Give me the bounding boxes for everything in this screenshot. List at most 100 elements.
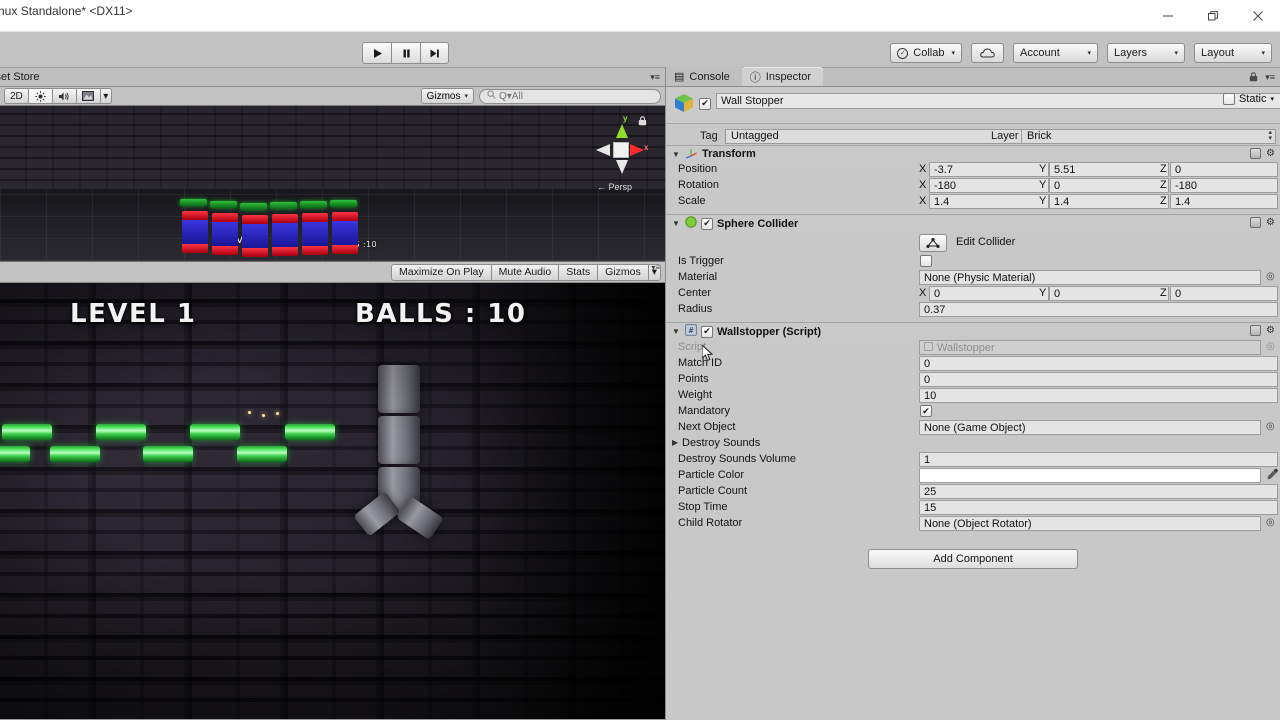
gear-icon[interactable]: ⚙ (1266, 217, 1275, 228)
scene-fx-caret-icon[interactable]: ▾ (100, 88, 112, 104)
position-y-input[interactable]: 5.51 (1049, 162, 1169, 177)
stats-button[interactable]: Stats (558, 263, 598, 281)
center-z-input[interactable]: 0 (1170, 286, 1278, 301)
game-gizmos-button[interactable]: Gizmos (597, 263, 648, 281)
scene-search-input[interactable]: Q▾All (479, 88, 661, 104)
scene-gizmos-button[interactable]: Gizmos ▾ (420, 88, 474, 104)
mandatory-checkbox[interactable] (920, 405, 932, 417)
position-z-input[interactable]: 0 (1170, 162, 1278, 177)
layer-label: Layer (991, 130, 1019, 142)
transform-scale-row: Scale X 1.4 Y 1.4 Z 1.4 (666, 194, 1280, 210)
cloud-button[interactable] (971, 43, 1004, 63)
collab-check-icon: ✓ (897, 47, 909, 59)
static-toggle[interactable]: Static ▾ (1222, 93, 1274, 105)
scale-x-input[interactable]: 1.4 (929, 194, 1049, 209)
destroy-sounds-volume-input[interactable]: 1 (919, 452, 1278, 467)
object-picker-icon[interactable]: ◎ (1266, 517, 1275, 528)
gear-icon[interactable]: ⚙ (1266, 148, 1275, 159)
scene-fx-icon[interactable] (76, 88, 101, 104)
inspector-lock-icon[interactable] (1249, 72, 1258, 84)
weight-input[interactable]: 10 (919, 388, 1278, 403)
gameobject-enabled-checkbox[interactable] (699, 97, 711, 110)
rotation-y-input[interactable]: 0 (1049, 178, 1169, 193)
edit-collider-button[interactable] (919, 234, 947, 252)
axis-x-label: X (919, 179, 927, 191)
add-component-button[interactable]: Add Component (868, 549, 1078, 569)
next-object-field[interactable]: None (Game Object) (919, 420, 1261, 435)
scale-y-input[interactable]: 1.4 (1049, 194, 1169, 209)
gizmo-negx-axis[interactable] (596, 144, 610, 156)
tab-asset-store[interactable]: sset Store (0, 71, 40, 83)
scene-view[interactable]: SCORE : 194596 LEVEL 1 BALLS :10 (0, 106, 665, 261)
gizmo-persp-label[interactable]: ← Persp (597, 182, 632, 192)
foldout-icon[interactable]: ▼ (672, 150, 681, 159)
transform-header[interactable]: ▼ Transform ⚙ (666, 146, 1280, 162)
wallstopper-header[interactable]: ▼ # Wallstopper (Script) ⚙ (666, 323, 1280, 340)
gizmo-center-cube[interactable] (613, 142, 629, 158)
scene-audio-icon[interactable] (52, 88, 77, 104)
layout-button[interactable]: Layout ▾ (1194, 43, 1272, 63)
layers-button[interactable]: Layers ▾ (1107, 43, 1185, 63)
is-trigger-checkbox[interactable] (920, 255, 932, 267)
object-picker-icon[interactable]: ◎ (1266, 271, 1275, 282)
gizmo-x-axis[interactable] (630, 144, 644, 156)
axis-x-label: X (919, 195, 927, 207)
help-book-icon[interactable] (1250, 325, 1262, 336)
tab-console[interactable]: ▤ Console (666, 67, 742, 86)
child-rotator-field[interactable]: None (Object Rotator) (919, 516, 1261, 531)
object-picker-icon[interactable]: ◎ (1266, 421, 1275, 432)
pause-button[interactable] (391, 42, 420, 64)
foldout-icon[interactable]: ▼ (672, 327, 681, 336)
stop-time-input[interactable]: 15 (919, 500, 1278, 515)
gameobject-name-input[interactable]: Wall Stopper (716, 93, 1280, 109)
lock-icon[interactable] (638, 116, 647, 128)
gizmo-x-label: x (644, 143, 649, 152)
center-x-input[interactable]: 0 (929, 286, 1049, 301)
gizmo-negy-axis[interactable] (616, 160, 628, 174)
radius-input[interactable]: 0.37 (919, 302, 1278, 317)
minimize-button[interactable] (1145, 0, 1190, 32)
layer-dropdown[interactable]: Brick ▴ ▾ (1021, 128, 1276, 144)
scene-orientation-gizmo[interactable]: y x ← Persp (591, 114, 651, 194)
mandatory-row: Mandatory (666, 404, 1280, 420)
gizmo-y-axis[interactable] (616, 124, 628, 138)
eyedropper-icon[interactable] (1266, 468, 1279, 484)
material-object-field[interactable]: None (Physic Material) (919, 270, 1261, 285)
transform-title: Transform (702, 148, 756, 160)
scene-panel-menu-icon[interactable]: ▾≡ (650, 72, 660, 83)
rotation-z-input[interactable]: -180 (1170, 178, 1278, 193)
center-y-input[interactable]: 0 (1049, 286, 1169, 301)
mute-audio-button[interactable]: Mute Audio (490, 263, 559, 281)
help-book-icon[interactable] (1250, 217, 1262, 228)
gear-icon[interactable]: ⚙ (1266, 325, 1275, 336)
position-x-input[interactable]: -3.7 (929, 162, 1049, 177)
tag-value: Untagged (731, 130, 779, 142)
match-id-input[interactable]: 0 (919, 356, 1278, 371)
toggle-2d-button[interactable]: 2D (4, 88, 29, 104)
scene-brick-stack (212, 213, 238, 255)
rotation-x-input[interactable]: -180 (929, 178, 1049, 193)
scale-z-input[interactable]: 1.4 (1170, 194, 1278, 209)
close-button[interactable] (1235, 0, 1280, 32)
wallstopper-enabled-checkbox[interactable] (701, 325, 713, 338)
play-button[interactable] (362, 42, 391, 64)
help-book-icon[interactable] (1250, 148, 1262, 159)
sphere-collider-enabled-checkbox[interactable] (701, 217, 713, 230)
static-checkbox[interactable] (1222, 93, 1235, 105)
restore-button[interactable] (1190, 0, 1235, 32)
particle-color-swatch[interactable] (919, 468, 1261, 483)
points-input[interactable]: 0 (919, 372, 1278, 387)
inspector-menu-icon[interactable]: ▾≡ (1265, 72, 1275, 83)
step-button[interactable] (420, 42, 449, 64)
account-button[interactable]: Account ▾ (1013, 43, 1098, 63)
game-view[interactable]: LEVEL 1 BALLS : 10 (0, 283, 665, 719)
tab-inspector[interactable]: ⓘ Inspector (741, 67, 824, 86)
destroy-sounds-foldout-icon[interactable]: ▶ (672, 438, 681, 447)
game-panel-menu-icon[interactable]: ▾≡ (651, 263, 660, 272)
maximize-on-play-button[interactable]: Maximize On Play (391, 263, 491, 281)
foldout-icon[interactable]: ▼ (672, 219, 681, 228)
scene-lighting-icon[interactable] (28, 88, 53, 104)
sphere-collider-header[interactable]: ▼ Sphere Collider ⚙ (666, 215, 1280, 232)
particle-count-input[interactable]: 25 (919, 484, 1278, 499)
collab-button[interactable]: ✓ Collab ▾ (890, 43, 962, 63)
